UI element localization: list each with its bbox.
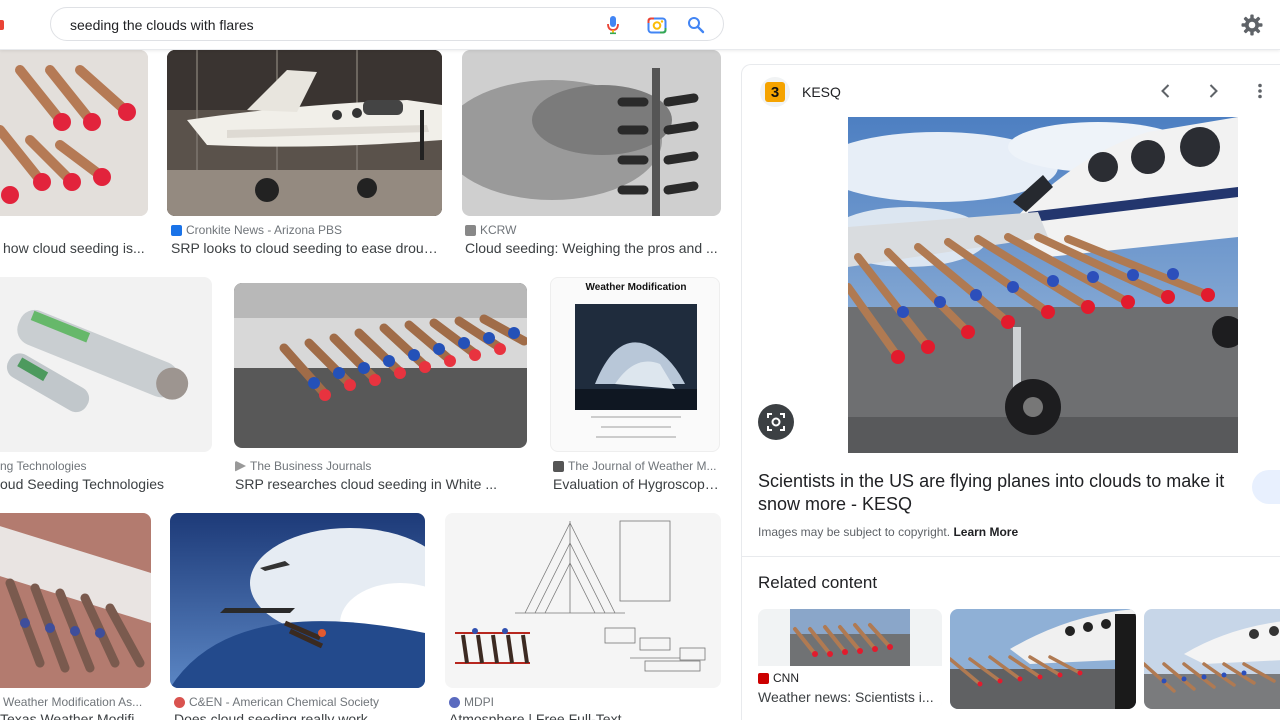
related-card-2[interactable]	[950, 609, 1136, 709]
divider	[742, 556, 1280, 557]
result-source-3: KCRW	[465, 223, 721, 237]
image-results-grid: how cloud seeding is... Cronkite News - …	[0, 50, 740, 720]
camera-icon[interactable]	[647, 15, 667, 35]
mdpi-favicon-icon	[449, 696, 460, 708]
result-title-6[interactable]: Evaluation of Hygroscopi...	[553, 476, 719, 492]
result-source-2: Cronkite News - Arizona PBS	[171, 223, 441, 237]
kcrw-favicon-icon	[465, 224, 476, 236]
mic-icon[interactable]	[603, 15, 623, 35]
chevron-right-icon[interactable]	[1201, 79, 1225, 103]
result-thumbnail-3[interactable]	[462, 50, 721, 216]
result-source-label: C&EN - American Chemical Society	[189, 695, 380, 709]
lens-icon[interactable]	[758, 404, 794, 440]
copyright-text: Images may be subject to copyright.	[758, 525, 951, 539]
search-box[interactable]	[50, 7, 724, 41]
journal-favicon-icon	[553, 460, 564, 472]
related-source: CNN	[758, 671, 942, 685]
result-source-label: MDPI	[464, 695, 494, 709]
search-input[interactable]	[70, 14, 570, 36]
site-logo[interactable]: 3	[760, 77, 790, 107]
result-title-3[interactable]: Cloud seeding: Weighing the pros and ...	[465, 240, 721, 256]
copyright-notice: Images may be subject to copyright. Lear…	[758, 525, 1018, 539]
result-thumbnail-6[interactable]: Weather Modification	[550, 277, 720, 452]
result-thumbnail-4[interactable]	[0, 277, 212, 452]
journal-cover-text-line	[596, 436, 676, 438]
result-source-9: MDPI	[449, 695, 719, 709]
chevron-left-icon[interactable]	[1154, 79, 1178, 103]
google-logo-fragment[interactable]	[0, 20, 4, 30]
related-card-caption: CNN Weather news: Scientists i...	[758, 666, 942, 709]
result-thumbnail-7[interactable]	[0, 513, 151, 688]
result-source-8: C&EN - American Chemical Society	[174, 695, 426, 709]
result-source-label: Weather Modification As...	[3, 695, 143, 709]
result-thumbnail-2[interactable]	[167, 50, 442, 216]
result-source-7: Weather Modification As...	[0, 695, 150, 709]
result-source-4: ng Technologies	[0, 459, 87, 473]
more-vert-icon[interactable]	[1248, 79, 1272, 103]
search-icon[interactable]	[686, 15, 706, 35]
result-source-label: The Business Journals	[250, 459, 372, 473]
related-title[interactable]: Weather news: Scientists i...	[758, 689, 942, 705]
kesq-logo-text: 3	[765, 82, 785, 102]
related-content-heading: Related content	[758, 573, 878, 592]
related-card-1[interactable]: CNN Weather news: Scientists i...	[758, 609, 942, 709]
cen-favicon-icon	[174, 696, 185, 708]
learn-more-link[interactable]: Learn More	[953, 525, 1018, 539]
result-source-5: The Business Journals	[235, 459, 525, 473]
result-title-9[interactable]: Atmosphere | Free Full-Text ...	[449, 711, 719, 720]
site-name[interactable]: KESQ	[802, 84, 841, 100]
journal-cover-text-line	[591, 416, 681, 418]
result-thumbnail-9[interactable]	[445, 513, 721, 688]
result-title-4[interactable]: oud Seeding Technologies	[0, 476, 205, 492]
cnn-favicon-icon	[758, 672, 769, 684]
journal-cover-title: Weather Modification	[585, 282, 687, 293]
cronkite-favicon-icon	[171, 224, 182, 236]
result-title-7[interactable]: Texas Weather Modific...	[0, 711, 150, 720]
result-thumbnail-1[interactable]	[0, 50, 148, 216]
top-bar	[0, 0, 1280, 50]
bizjournals-favicon-icon	[235, 460, 246, 472]
result-source-label: KCRW	[480, 223, 517, 237]
settings-gear-icon[interactable]	[1240, 13, 1264, 37]
journal-cover-text-line	[601, 426, 671, 428]
related-source-label: CNN	[773, 671, 799, 685]
related-card-3[interactable]	[1144, 609, 1280, 709]
visit-button[interactable]	[1252, 470, 1280, 504]
result-source-label: Cronkite News - Arizona PBS	[186, 223, 343, 237]
result-thumbnail-5[interactable]	[234, 283, 527, 448]
result-source-label: The Journal of Weather M...	[568, 459, 717, 473]
result-title-2[interactable]: SRP looks to cloud seeding to ease droug…	[171, 240, 441, 256]
preview-title[interactable]: Scientists in the US are flying planes i…	[758, 470, 1228, 516]
image-preview-panel: 3 KESQ Scientists in the US are flying p…	[741, 64, 1280, 720]
preview-image[interactable]	[848, 117, 1238, 453]
result-source-6: The Journal of Weather M...	[553, 459, 719, 473]
result-thumbnail-8[interactable]	[170, 513, 425, 688]
result-title-1[interactable]: how cloud seeding is...	[3, 240, 148, 256]
result-title-8[interactable]: Does cloud seeding really work ...	[174, 711, 426, 720]
result-title-5[interactable]: SRP researches cloud seeding in White ..…	[235, 476, 525, 492]
